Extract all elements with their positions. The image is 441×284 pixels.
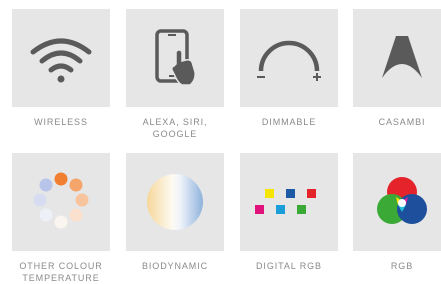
dimmer-dial-icon [257, 40, 321, 81]
feature-grid: WIRELESS ALEXA, SIRI, GOOGLE DIMMABLE CA… [0, 0, 441, 284]
casambi-logo-icon [382, 36, 422, 78]
smartphone-touch-icon [155, 29, 196, 86]
rgb-circles-icon [377, 177, 427, 224]
colour-temperature-tile[interactable] [12, 153, 110, 251]
voice-assistant-label: ALEXA, SIRI, GOOGLE [142, 117, 208, 139]
dimmable-tile[interactable] [240, 9, 338, 107]
colour-temperature-label: OTHER COLOUR TEMPERATURE [19, 261, 103, 283]
colour-temperature-dots-icon [33, 172, 89, 229]
biodynamic-gradient-icon [147, 174, 203, 230]
biodynamic-tile[interactable] [126, 153, 224, 251]
digital-rgb-squares-icon [255, 189, 316, 214]
wireless-label: WIRELESS [34, 117, 88, 127]
rgb-tile[interactable] [353, 153, 441, 251]
wifi-icon [30, 38, 92, 83]
biodynamic-label: BIODYNAMIC [141, 261, 208, 271]
casambi-tile[interactable] [353, 9, 441, 107]
dimmable-label: DIMMABLE [261, 117, 317, 127]
wireless-tile[interactable] [12, 9, 110, 107]
voice-assistant-tile[interactable] [126, 9, 224, 107]
digital-rgb-tile[interactable] [240, 153, 338, 251]
casambi-label: CASAMBI [378, 117, 426, 127]
rgb-label: RGB [390, 261, 414, 271]
digital-rgb-label: DIGITAL RGB [256, 261, 322, 271]
